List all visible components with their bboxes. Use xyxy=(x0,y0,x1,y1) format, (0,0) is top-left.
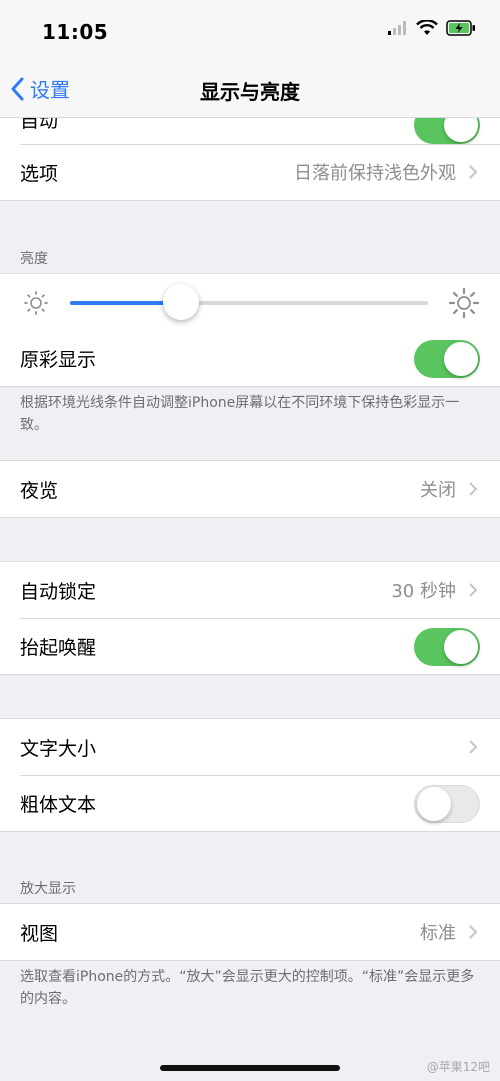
chevron-right-icon xyxy=(469,925,478,939)
zoom-view-row[interactable]: 视图 标准 xyxy=(0,904,500,960)
raise-to-wake-label: 抬起唤醒 xyxy=(20,636,97,659)
lock-group: 自动锁定 30 秒钟 抬起唤醒 xyxy=(0,561,500,675)
status-bar: 11:05 xyxy=(0,0,500,60)
automatic-row[interactable]: 自动 xyxy=(0,118,500,144)
raise-to-wake-row: 抬起唤醒 xyxy=(0,618,500,674)
page-title: 显示与亮度 xyxy=(200,80,300,104)
text-size-label: 文字大小 xyxy=(20,737,97,760)
watermark: @苹果12吧 xyxy=(426,1060,490,1074)
wifi-icon xyxy=(416,20,438,35)
brightness-slider[interactable] xyxy=(70,284,428,320)
bold-text-row: 粗体文本 xyxy=(0,775,500,831)
cellular-signal-icon xyxy=(388,21,406,35)
toggle-knob xyxy=(444,118,478,142)
true-tone-note: 根据环境光线条件自动调整iPhone屏幕以在不同环境下保持色彩显示一致。 xyxy=(20,395,460,433)
raise-to-wake-toggle[interactable] xyxy=(414,628,480,666)
night-shift-value: 关闭 xyxy=(420,480,456,501)
automatic-toggle[interactable] xyxy=(414,118,480,144)
automatic-label: 自动 xyxy=(20,118,59,132)
auto-lock-value: 30 秒钟 xyxy=(391,581,456,602)
appearance-options-row[interactable]: 选项 日落前保持浅色外观 xyxy=(0,144,500,200)
toggle-knob xyxy=(444,342,478,376)
night-shift-label: 夜览 xyxy=(20,479,59,502)
brightness-header: 亮度 xyxy=(20,251,48,267)
text-size-row[interactable]: 文字大小 xyxy=(0,719,500,775)
chevron-right-icon xyxy=(469,740,478,754)
zoom-header: 放大显示 xyxy=(20,881,76,897)
bold-text-label: 粗体文本 xyxy=(20,793,97,816)
brightness-group: 原彩显示 xyxy=(0,273,500,387)
zoom-view-label: 视图 xyxy=(20,922,59,945)
navigation-bar: 设置 显示与亮度 xyxy=(0,60,500,118)
sun-small-icon xyxy=(24,291,48,315)
appearance-group: 自动 选项 日落前保持浅色外观 xyxy=(0,118,500,201)
auto-lock-row[interactable]: 自动锁定 30 秒钟 xyxy=(0,562,500,618)
brightness-slider-row xyxy=(0,274,500,330)
chevron-right-icon xyxy=(469,583,478,597)
night-shift-row[interactable]: 夜览 关闭 xyxy=(0,461,500,517)
zoom-view-value: 标准 xyxy=(420,923,456,944)
true-tone-row: 原彩显示 xyxy=(0,330,500,386)
zoom-note: 选取查看iPhone的方式。“放大”会显示更大的控制项。“标准”会显示更多的内容… xyxy=(20,969,475,1007)
night-shift-group: 夜览 关闭 xyxy=(0,460,500,518)
battery-charging-icon xyxy=(446,20,475,36)
toggle-knob xyxy=(444,630,478,664)
true-tone-toggle[interactable] xyxy=(414,340,480,378)
chevron-right-icon xyxy=(469,482,478,496)
sun-large-icon xyxy=(448,287,480,319)
brightness-slider-thumb[interactable] xyxy=(162,284,199,320)
zoom-group: 视图 标准 xyxy=(0,903,500,961)
auto-lock-label: 自动锁定 xyxy=(20,580,97,603)
toggle-knob xyxy=(417,787,451,821)
text-group: 文字大小 粗体文本 xyxy=(0,718,500,832)
true-tone-label: 原彩显示 xyxy=(20,348,97,371)
chevron-right-icon xyxy=(469,165,478,179)
home-indicator[interactable] xyxy=(160,1065,340,1071)
bold-text-toggle[interactable] xyxy=(414,785,480,823)
options-label: 选项 xyxy=(20,162,59,185)
status-icons xyxy=(388,20,476,36)
options-value: 日落前保持浅色外观 xyxy=(294,163,456,184)
status-time: 11:05 xyxy=(42,20,109,44)
